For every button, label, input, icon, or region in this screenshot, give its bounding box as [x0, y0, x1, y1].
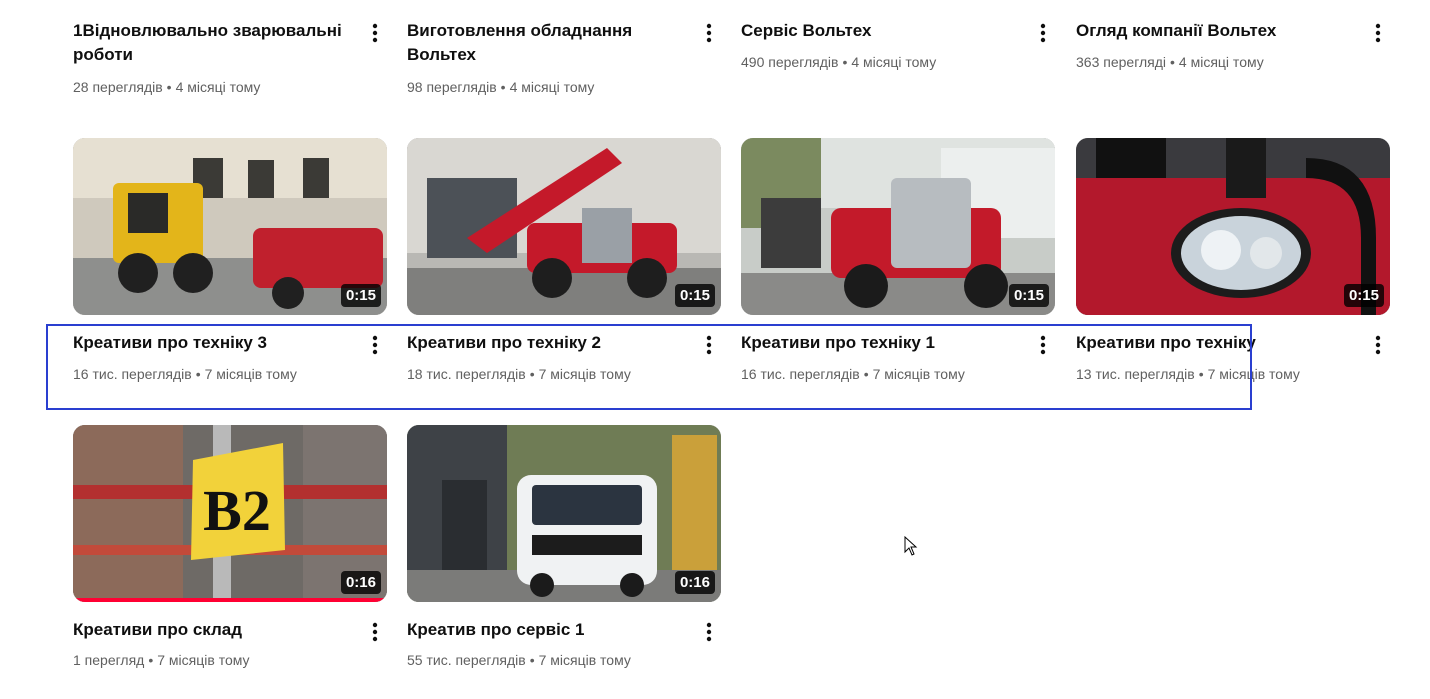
video-duration: 0:15: [1343, 284, 1384, 307]
video-duration: 0:15: [1008, 284, 1049, 307]
video-title[interactable]: Креатив про сервіс 1: [407, 618, 689, 642]
view-count: 363 переглядi: [1076, 54, 1167, 70]
view-count: 98 переглядів: [407, 79, 497, 95]
more-options-icon[interactable]: [697, 333, 721, 357]
video-meta: 1 перегляд • 7 місяців тому: [73, 652, 250, 668]
headlight-closeup-thumbnail[interactable]: 0:15: [1076, 138, 1390, 315]
video-title[interactable]: Креативи про склад: [73, 618, 355, 642]
upload-age: 4 місяці тому: [1178, 54, 1264, 70]
view-count: 1 перегляд: [73, 652, 145, 668]
video-meta: 18 тис. переглядів • 7 місяців тому: [407, 366, 631, 382]
upload-age: 7 місяців тому: [157, 652, 250, 668]
more-options-icon[interactable]: [697, 21, 721, 45]
upload-age: 4 місяці тому: [175, 79, 261, 95]
video-meta: 98 переглядів • 4 місяці тому: [407, 79, 595, 95]
more-options-icon[interactable]: [363, 620, 387, 644]
video-meta: 55 тис. переглядів • 7 місяців тому: [407, 652, 631, 668]
video-title[interactable]: Креативи про техніку 3: [73, 331, 355, 355]
warehouse-b2-sign-thumbnail[interactable]: B2 0:16: [73, 425, 387, 602]
video-meta: 490 переглядів • 4 місяці тому: [741, 54, 937, 70]
view-count: 16 тис. переглядів: [741, 366, 860, 382]
upload-age: 7 місяців тому: [204, 366, 297, 382]
upload-age: 4 місяці тому: [851, 54, 937, 70]
upload-age: 7 місяців тому: [538, 366, 631, 382]
b2-sign-text: B2: [203, 478, 271, 543]
more-options-icon[interactable]: [363, 333, 387, 357]
view-count: 16 тис. переглядів: [73, 366, 192, 382]
video-title[interactable]: Креативи про техніку 2: [407, 331, 689, 355]
video-duration: 0:16: [674, 571, 715, 594]
telehandler-driver-thumbnail[interactable]: 0:15: [741, 138, 1055, 315]
video-title[interactable]: Сервіс Вольтех: [741, 19, 1023, 43]
upload-age: 7 місяців тому: [538, 652, 631, 668]
telehandler-thumbnail[interactable]: 0:15: [407, 138, 721, 315]
more-options-icon[interactable]: [697, 620, 721, 644]
video-title[interactable]: 1Відновлювально зварювальні роботи: [73, 19, 355, 67]
service-van-thumbnail[interactable]: 0:16: [407, 425, 721, 602]
skid-steer-loader-thumbnail[interactable]: 0:15: [73, 138, 387, 315]
video-duration: 0:16: [340, 571, 381, 594]
upload-age: 4 місяці тому: [509, 79, 595, 95]
video-duration: 0:15: [674, 284, 715, 307]
video-meta: 363 переглядi • 4 місяці тому: [1076, 54, 1264, 70]
view-count: 28 переглядів: [73, 79, 163, 95]
video-title[interactable]: Огляд компанії Вольтех: [1076, 19, 1358, 43]
video-meta: 13 тис. переглядів • 7 місяців тому: [1076, 366, 1300, 382]
view-count: 13 тис. переглядів: [1076, 366, 1195, 382]
mouse-cursor-icon: [904, 536, 918, 556]
view-count: 18 тис. переглядів: [407, 366, 526, 382]
video-title[interactable]: Креативи про техніку 1: [741, 331, 1023, 355]
more-options-icon[interactable]: [1366, 21, 1390, 45]
upload-age: 7 місяців тому: [1207, 366, 1300, 382]
video-meta: 16 тис. переглядів • 7 місяців тому: [741, 366, 965, 382]
video-title[interactable]: Креативи про техніку: [1076, 331, 1358, 355]
upload-age: 7 місяців тому: [872, 366, 965, 382]
more-options-icon[interactable]: [363, 21, 387, 45]
view-count: 55 тис. переглядів: [407, 652, 526, 668]
video-meta: 28 переглядів • 4 місяці тому: [73, 79, 261, 95]
more-options-icon[interactable]: [1366, 333, 1390, 357]
video-title[interactable]: Виготовлення обладнання Вольтех: [407, 19, 689, 67]
video-duration: 0:15: [340, 284, 381, 307]
more-options-icon[interactable]: [1031, 333, 1055, 357]
watch-progress-bar: [73, 598, 387, 602]
video-meta: 16 тис. переглядів • 7 місяців тому: [73, 366, 297, 382]
more-options-icon[interactable]: [1031, 21, 1055, 45]
view-count: 490 переглядів: [741, 54, 839, 70]
